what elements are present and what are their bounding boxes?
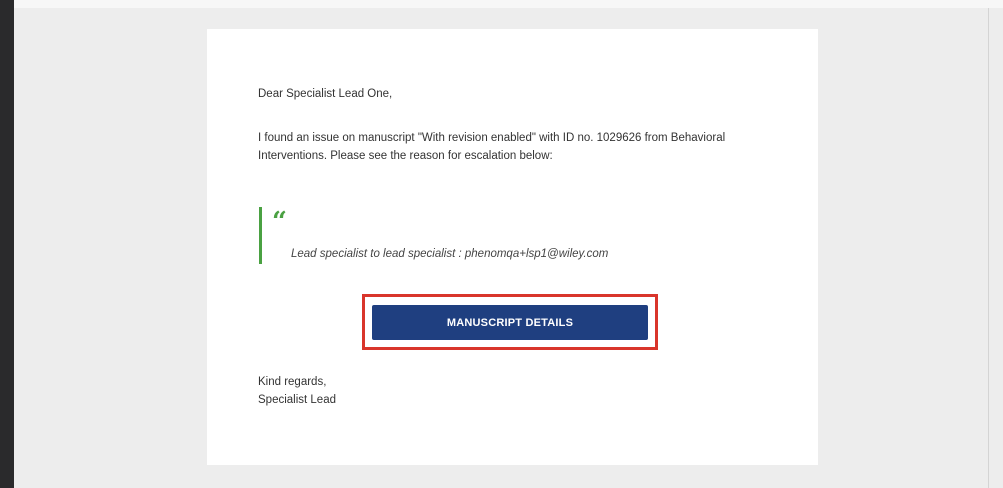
manuscript-details-button[interactable]: MANUSCRIPT DETAILS [372, 305, 648, 340]
escalation-quote: “ Lead specialist to lead specialist : p… [259, 207, 742, 264]
button-highlight-box: MANUSCRIPT DETAILS [362, 294, 658, 350]
signoff-line: Kind regards, [258, 376, 327, 388]
window-edge-bar [0, 0, 14, 488]
email-card: Dear Specialist Lead One, I found an iss… [207, 29, 818, 465]
quote-icon: “ [272, 207, 287, 237]
right-divider [988, 8, 989, 488]
top-strip [14, 0, 1003, 8]
email-signoff: Kind regards, Specialist Lead [258, 374, 336, 409]
email-greeting: Dear Specialist Lead One, [258, 88, 393, 100]
escalation-reason: Lead specialist to lead specialist : phe… [291, 248, 609, 260]
signature-line: Specialist Lead [258, 393, 336, 406]
email-body: I found an issue on manuscript "With rev… [258, 132, 726, 162]
